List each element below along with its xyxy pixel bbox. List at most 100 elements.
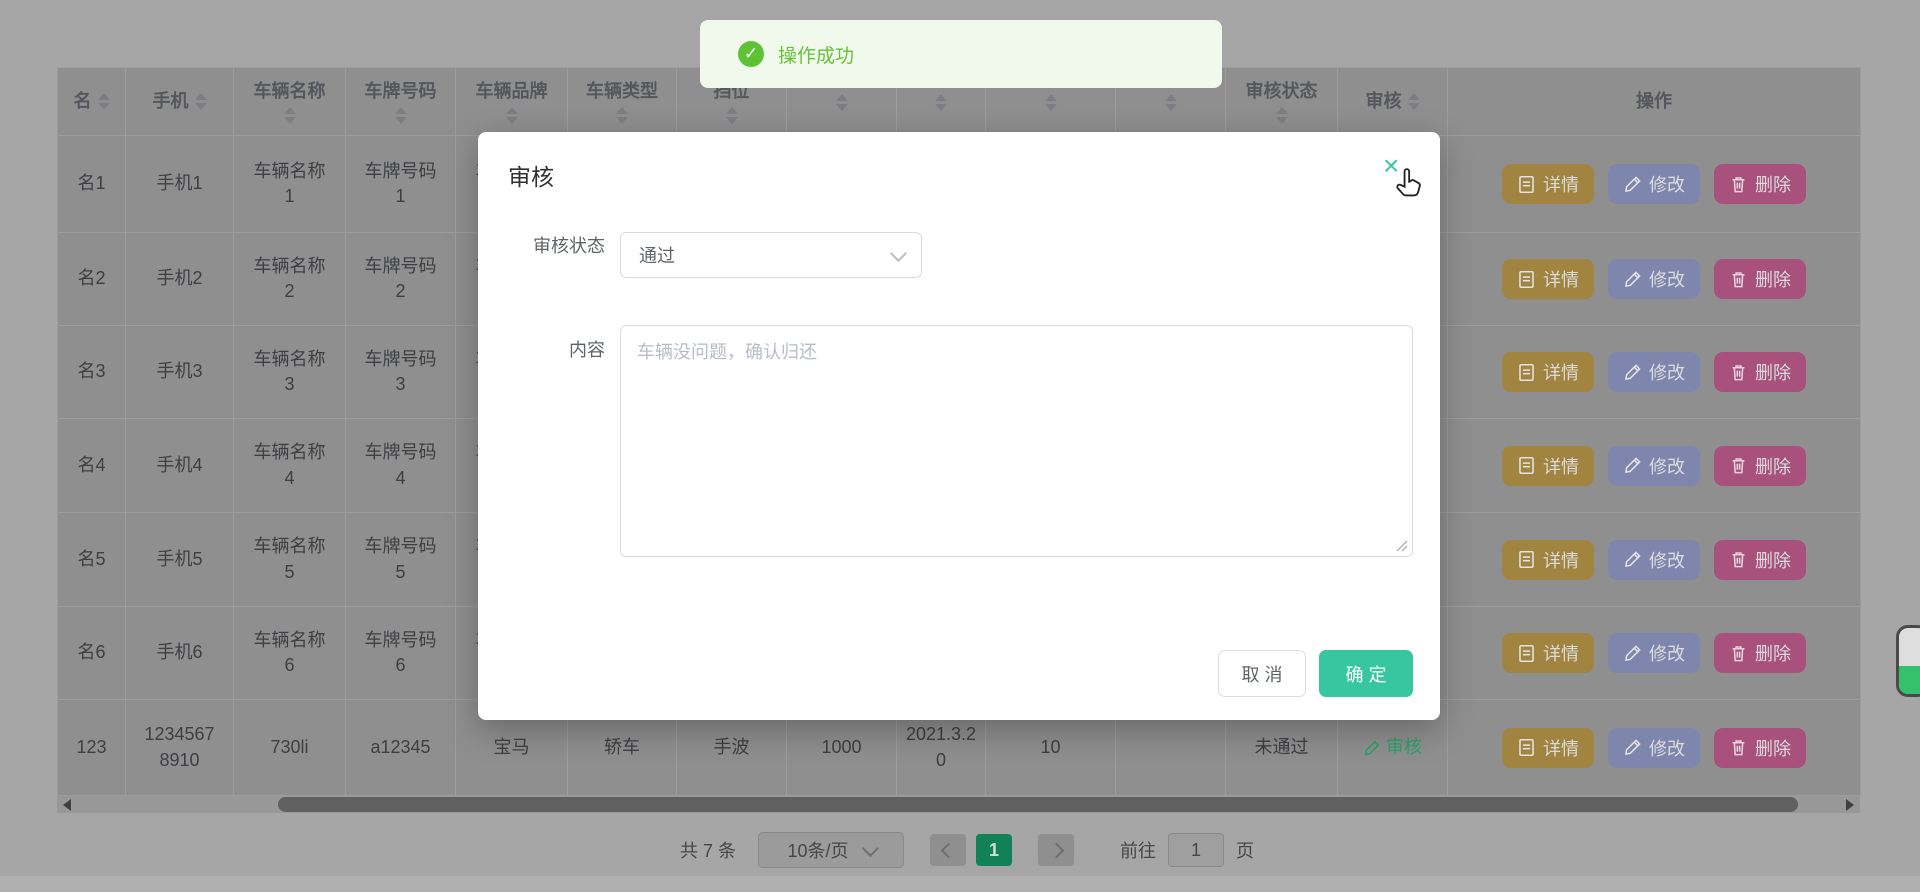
detail-button-label: 详情: [1543, 171, 1579, 197]
cell-plate-row3: 车牌号码 3: [346, 326, 456, 419]
column-header-label: 名: [74, 89, 92, 114]
detail-button[interactable]: 详情: [1502, 540, 1594, 580]
detail-button[interactable]: 详情: [1502, 446, 1594, 486]
detail-button-label: 详情: [1543, 266, 1579, 292]
cell-vehicle_name-row2: 车辆名称 2: [234, 233, 346, 326]
page-size-select[interactable]: 10条/页: [758, 832, 904, 868]
edit-button-label: 修改: [1649, 171, 1685, 197]
detail-button[interactable]: 详情: [1502, 164, 1594, 204]
detail-button[interactable]: 详情: [1502, 352, 1594, 392]
cell-name-row2: 名2: [58, 233, 126, 326]
del-button[interactable]: 删除: [1714, 633, 1806, 673]
del-button[interactable]: 删除: [1714, 540, 1806, 580]
cell-ops-row1: 详情 修改 删除: [1448, 136, 1861, 233]
del-button[interactable]: 删除: [1714, 728, 1806, 768]
row-actions: 详情 修改删除: [1502, 540, 1806, 580]
cell-vehicle_name-row5: 车辆名称 5: [234, 513, 346, 607]
content-textarea[interactable]: 车辆没问题，确认归还: [620, 325, 1413, 557]
row-actions: 详情 修改 删除: [1502, 164, 1806, 204]
cell-plate-row6: 车牌号码 6: [346, 607, 456, 700]
edit-button-label: 修改: [1649, 640, 1685, 666]
detail-button-label: 详情: [1543, 359, 1579, 385]
detail-button[interactable]: 详情: [1502, 259, 1594, 299]
sort-caret-icon[interactable]: [1165, 94, 1177, 111]
del-button[interactable]: 删除: [1714, 446, 1806, 486]
resize-grip-icon[interactable]: [1394, 538, 1408, 552]
goto-page-input[interactable]: 1: [1168, 833, 1224, 867]
chevron-down-icon: [890, 245, 907, 262]
del-button[interactable]: 删除: [1714, 259, 1806, 299]
scrollbar-thumb[interactable]: [278, 797, 1798, 812]
horizontal-scrollbar[interactable]: [57, 796, 1860, 813]
del-button-label: 删除: [1755, 359, 1791, 385]
edit-button[interactable]: 修改: [1608, 164, 1700, 204]
sort-caret-icon[interactable]: [836, 94, 848, 111]
sort-caret-icon[interactable]: [395, 107, 407, 124]
mouse-cursor-hand-icon: [1394, 168, 1422, 200]
cell-vehicle_name-row7: 730li: [234, 700, 346, 796]
column-header-status[interactable]: 审核状态: [1226, 68, 1338, 136]
column-header-label: 车辆类型: [586, 79, 658, 104]
detail-button-label: 详情: [1543, 547, 1579, 573]
cell-plate-row7: a12345: [346, 700, 456, 796]
cell-phone-row3: 手机3: [126, 326, 234, 419]
column-header-label: 车牌号码: [365, 79, 437, 104]
column-header-review[interactable]: 审核: [1338, 68, 1448, 136]
sort-caret-icon[interactable]: [1408, 93, 1420, 110]
confirm-button[interactable]: 确 定: [1319, 650, 1413, 697]
success-toast: ✓ 操作成功: [700, 20, 1222, 88]
detail-button[interactable]: 详情: [1502, 633, 1594, 673]
scroll-progress-pill[interactable]: [1896, 625, 1920, 697]
edit-button[interactable]: 修改: [1608, 259, 1700, 299]
edit-button[interactable]: 修改: [1608, 446, 1700, 486]
sort-caret-icon[interactable]: [1045, 94, 1057, 111]
review-link[interactable]: 审核: [1363, 735, 1422, 760]
column-header-label: 车辆品牌: [476, 79, 548, 104]
review-link-label: 审核: [1386, 735, 1422, 760]
del-button-label: 删除: [1755, 735, 1791, 761]
del-button[interactable]: 删除: [1714, 164, 1806, 204]
dialog-title: 审核: [508, 158, 554, 192]
cell-phone-row5: 手机5: [126, 513, 234, 607]
cell-vehicle_name-row4: 车辆名称 4: [234, 419, 346, 513]
content-field-label: 内容: [475, 336, 605, 362]
sort-caret-icon[interactable]: [726, 107, 738, 124]
next-page-button[interactable]: [1038, 834, 1074, 866]
goto-page-value: 1: [1191, 840, 1201, 861]
page-number-1[interactable]: 1: [976, 834, 1012, 866]
detail-button-label: 详情: [1543, 453, 1579, 479]
scroll-right-arrow-icon[interactable]: [1846, 799, 1854, 811]
cell-plate-row2: 车牌号码 2: [346, 233, 456, 326]
edit-button[interactable]: 修改: [1608, 540, 1700, 580]
chevron-down-icon: [861, 840, 878, 857]
column-header-vehicle_name[interactable]: 车辆名称: [234, 68, 346, 136]
del-button[interactable]: 删除: [1714, 352, 1806, 392]
page-unit-label: 页: [1236, 837, 1254, 863]
pill-green-fill: [1899, 666, 1920, 694]
scroll-left-arrow-icon[interactable]: [63, 799, 71, 811]
success-check-icon: ✓: [738, 41, 764, 67]
detail-button-label: 详情: [1543, 735, 1579, 761]
sort-caret-icon[interactable]: [195, 93, 207, 110]
column-header-phone[interactable]: 手机: [126, 68, 234, 136]
cancel-button[interactable]: 取 消: [1218, 650, 1306, 697]
detail-button[interactable]: 详情: [1502, 728, 1594, 768]
column-header-brand[interactable]: 车辆品牌: [456, 68, 568, 136]
sort-caret-icon[interactable]: [284, 107, 296, 124]
sort-caret-icon[interactable]: [98, 93, 110, 110]
edit-button[interactable]: 修改: [1608, 728, 1700, 768]
status-select[interactable]: 通过: [620, 232, 922, 278]
sort-caret-icon[interactable]: [1276, 107, 1288, 124]
edit-button[interactable]: 修改: [1608, 633, 1700, 673]
goto-label: 前往: [1120, 837, 1156, 863]
column-header-name[interactable]: 名: [58, 68, 126, 136]
cell-ops-row6: 详情 修改 删除: [1448, 607, 1861, 700]
column-header-label: 车辆名称: [254, 79, 326, 104]
sort-caret-icon[interactable]: [616, 107, 628, 124]
sort-caret-icon[interactable]: [935, 94, 947, 111]
prev-page-button[interactable]: [930, 834, 966, 866]
column-header-type[interactable]: 车辆类型: [568, 68, 677, 136]
column-header-plate[interactable]: 车牌号码: [346, 68, 456, 136]
edit-button[interactable]: 修改: [1608, 352, 1700, 392]
sort-caret-icon[interactable]: [506, 107, 518, 124]
